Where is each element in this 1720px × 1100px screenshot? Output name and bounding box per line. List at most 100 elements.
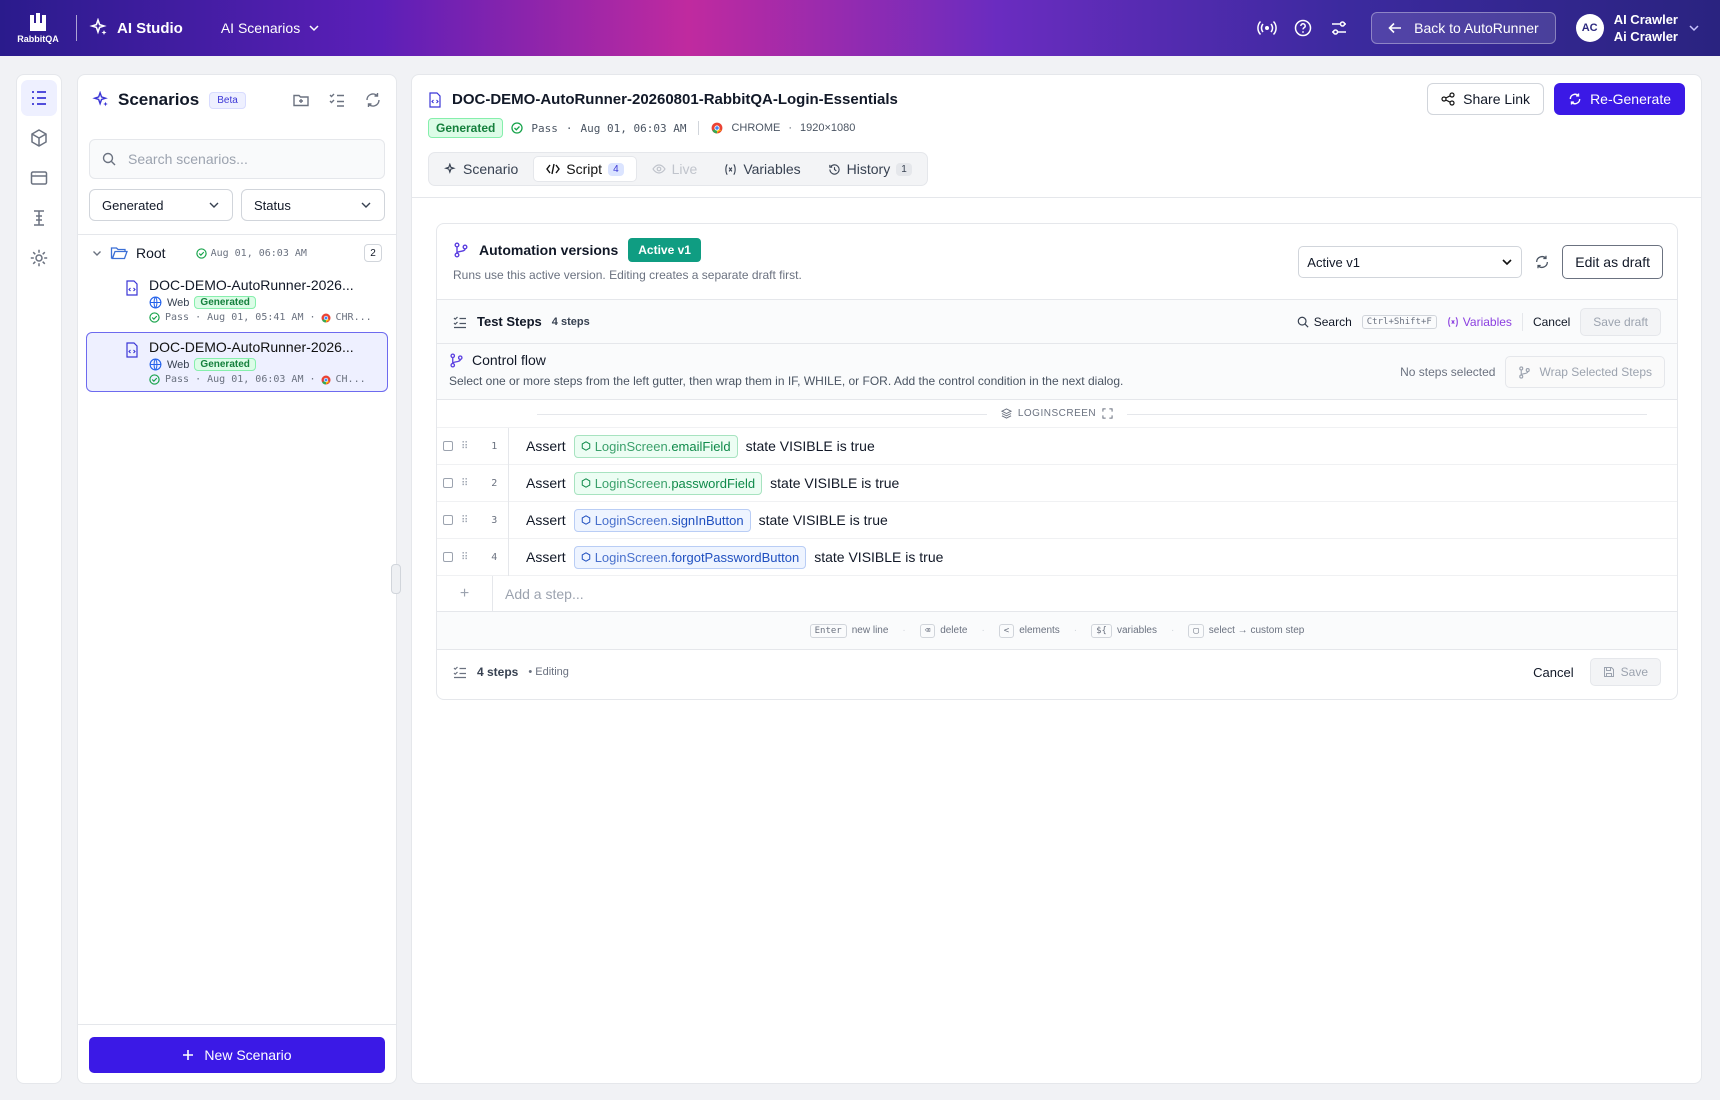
package-icon[interactable]	[21, 120, 57, 156]
chevron-down-icon[interactable]	[92, 248, 102, 258]
globe-icon	[149, 358, 162, 371]
drag-handle-icon[interactable]: ⠿	[461, 441, 468, 452]
editor-footer: 4 steps • Editing Cancel Save	[437, 650, 1677, 694]
step-row[interactable]: ⠿ 2 Assert LoginScreen. passwordField state V…	[437, 464, 1677, 502]
chevron-down-icon	[308, 22, 320, 34]
refresh-icon[interactable]	[364, 91, 382, 109]
test-steps-toolbar: Test Steps 4 steps Search Ctrl+Shift+F V…	[437, 300, 1677, 344]
tab-live[interactable]: Live	[640, 156, 710, 182]
gear-icon[interactable]	[21, 240, 57, 276]
scenarios-list-icon[interactable]	[21, 80, 57, 116]
refresh-icon[interactable]	[1534, 254, 1550, 270]
steps-icon[interactable]	[21, 200, 57, 236]
step-checkbox[interactable]	[443, 515, 453, 525]
save-draft-button[interactable]: Save draft	[1580, 307, 1661, 336]
save-button[interactable]: Save	[1589, 658, 1661, 686]
element-chip[interactable]: LoginScreen. forgotPasswordButton	[573, 545, 807, 569]
add-step-row[interactable]: + Add a step...	[437, 575, 1677, 612]
footer-edit-state: • Editing	[528, 666, 569, 678]
settings-sliders-icon[interactable]	[1325, 14, 1353, 42]
help-icon[interactable]	[1289, 14, 1317, 42]
broadcast-icon[interactable]	[1253, 14, 1281, 42]
save-icon	[1603, 666, 1615, 678]
add-step-input[interactable]: Add a step...	[505, 586, 584, 602]
control-flow-title: Control flow	[472, 352, 546, 368]
step-group-header: LOGINSCREEN	[437, 400, 1677, 428]
search-input[interactable]: Search scenarios...	[89, 139, 385, 179]
element-icon	[581, 515, 591, 525]
step-row[interactable]: ⠿ 4 Assert LoginScreen. forgotPasswordButton…	[437, 538, 1677, 576]
chevron-down-icon	[360, 199, 372, 211]
tab-count-badge: 4	[608, 162, 624, 176]
group-label: LOGINSCREEN	[1017, 408, 1097, 419]
step-checkbox[interactable]	[443, 441, 453, 451]
drag-handle-icon[interactable]: ⠿	[461, 552, 468, 563]
share-link-label: Share Link	[1463, 91, 1531, 107]
cancel-button[interactable]: Cancel	[1533, 315, 1570, 329]
active-version-badge: Active v1	[628, 238, 701, 262]
step-row[interactable]: ⠿ 3 Assert LoginScreen. signInButton state VI…	[437, 501, 1677, 539]
new-folder-icon[interactable]	[292, 91, 310, 109]
drag-handle-icon[interactable]: ⠿	[461, 515, 468, 526]
variables-link[interactable]: Variables	[1447, 315, 1512, 329]
scenario-item-selected[interactable]: DOC-DEMO-AutoRunner-2026... Web Generate…	[86, 332, 388, 392]
element-chip[interactable]: LoginScreen. emailField	[573, 434, 738, 458]
back-to-autorunner-button[interactable]: Back to AutoRunner	[1371, 12, 1556, 44]
tab-script[interactable]: Script 4	[533, 156, 637, 182]
edit-as-draft-button[interactable]: Edit as draft	[1562, 245, 1663, 279]
tab-variables[interactable]: Variables	[712, 156, 812, 182]
back-button-label: Back to AutoRunner	[1414, 20, 1539, 36]
status-filter-select[interactable]: Status	[241, 189, 385, 221]
tab-label: Script	[566, 161, 603, 177]
regenerate-button[interactable]: Re-Generate	[1554, 83, 1685, 115]
plus-icon[interactable]: +	[437, 575, 493, 612]
hint-separator: ·	[1073, 625, 1078, 636]
tree-root-folder[interactable]: Root Aug 01, 06:03 AM 2	[78, 238, 396, 268]
step-keyword: Assert	[526, 438, 566, 454]
keyboard-hint: ▢ select → custom step	[1188, 623, 1304, 638]
scenario-name: DOC-DEMO-AutoRunner-2026...	[149, 339, 354, 355]
step-row[interactable]: ⠿ 1 Assert LoginScreen. emailField state VISI…	[437, 427, 1677, 465]
element-chip[interactable]: LoginScreen. passwordField	[573, 471, 763, 495]
globe-icon	[149, 296, 162, 309]
search-label: Search	[1313, 314, 1352, 329]
section-dropdown[interactable]: AI Scenarios	[221, 20, 320, 36]
expand-icon[interactable]	[1102, 408, 1113, 419]
version-select[interactable]: Active v1	[1298, 246, 1523, 278]
share-link-button[interactable]: Share Link	[1427, 83, 1545, 115]
divider	[698, 121, 700, 135]
step-checkbox[interactable]	[443, 552, 453, 562]
brand-label: AI Studio	[117, 19, 183, 37]
keyboard-hint: Enter new line	[809, 623, 888, 638]
scenario-item[interactable]: DOC-DEMO-AutoRunner-2026... Web Generate…	[86, 270, 388, 330]
wrap-selected-steps-button[interactable]: Wrap Selected Steps	[1505, 356, 1665, 388]
refresh-icon	[1568, 92, 1582, 106]
cancel-button[interactable]: Cancel	[1533, 665, 1573, 680]
element-chip[interactable]: LoginScreen. signInButton	[573, 508, 751, 532]
rabbitqa-logo[interactable]: RabbitQA	[0, 12, 76, 44]
tab-label: Variables	[743, 161, 801, 177]
version-select-value: Active v1	[1307, 254, 1361, 270]
select-list-icon[interactable]	[328, 91, 346, 109]
panel-collapse-handle[interactable]	[391, 564, 401, 594]
browser-label: CHR...	[335, 312, 372, 323]
new-scenario-button[interactable]: New Scenario	[89, 1037, 385, 1073]
left-rail	[16, 74, 62, 1084]
tab-scenario[interactable]: Scenario	[432, 156, 530, 182]
root-date: Aug 01, 06:03 AM	[195, 248, 307, 259]
drag-handle-icon[interactable]: ⠿	[461, 478, 468, 489]
step-checkbox[interactable]	[443, 478, 453, 488]
search-shortcut: Ctrl+Shift+F	[1361, 314, 1437, 329]
generated-filter-select[interactable]: Generated	[89, 189, 233, 221]
tab-count-badge: 1	[896, 162, 912, 176]
user-menu[interactable]: AC AI Crawler Ai Crawler	[1575, 11, 1700, 45]
steps-search-button[interactable]: Search	[1297, 315, 1352, 329]
divider	[76, 15, 77, 41]
file-code-icon	[125, 280, 139, 296]
regenerate-label: Re-Generate	[1590, 91, 1671, 107]
browser-window-icon[interactable]	[21, 160, 57, 196]
git-branch-icon	[1518, 365, 1531, 379]
tab-history[interactable]: History 1	[816, 156, 924, 182]
ai-studio-brand[interactable]: AI Studio	[89, 18, 183, 38]
test-steps-count: 4 steps	[551, 315, 590, 328]
